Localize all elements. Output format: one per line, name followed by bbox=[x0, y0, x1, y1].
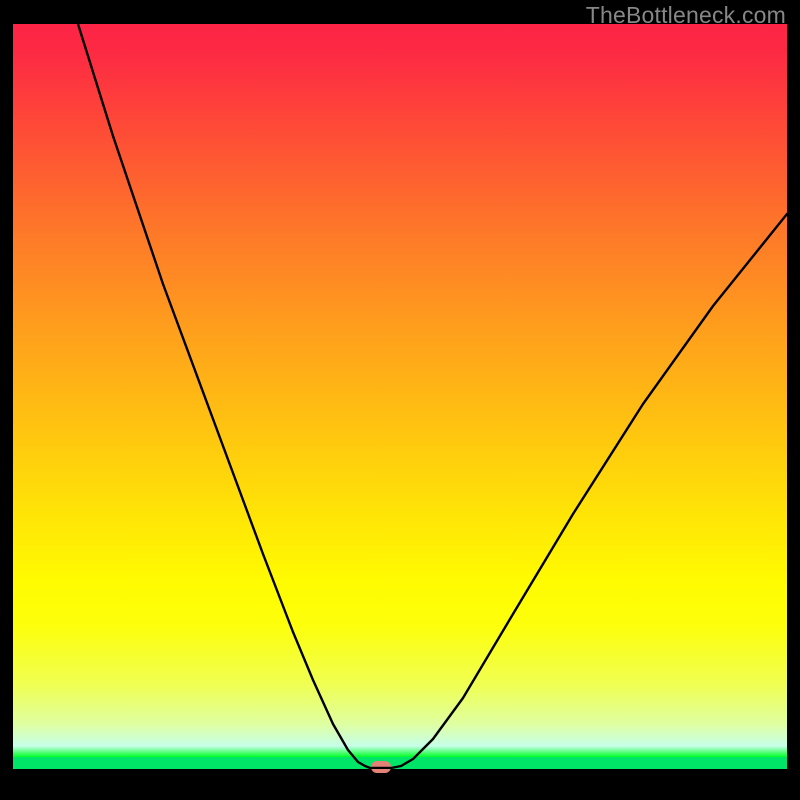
chart-green-baseline bbox=[13, 757, 787, 769]
chart-gradient-background bbox=[13, 24, 787, 757]
optimum-marker bbox=[371, 761, 391, 773]
chart-frame bbox=[13, 24, 787, 787]
